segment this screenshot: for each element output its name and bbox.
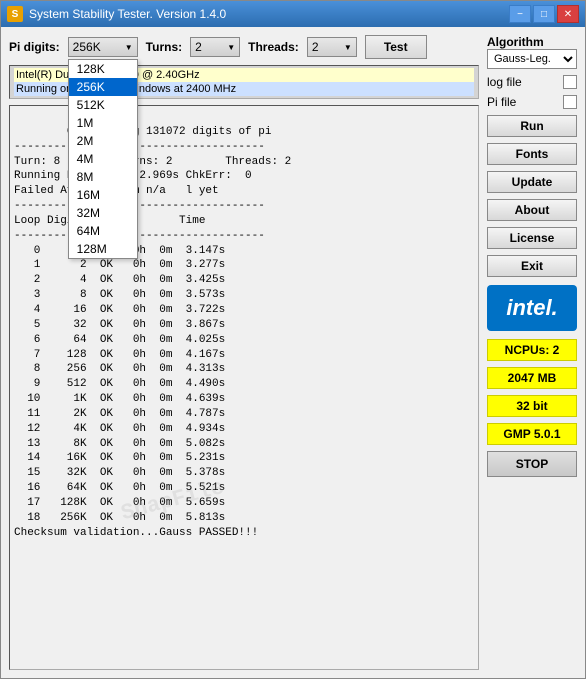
close-button[interactable]: ✕ — [557, 5, 579, 23]
option-4m[interactable]: 4M — [69, 150, 137, 168]
turns-label: Turns: — [146, 40, 182, 54]
log-file-row: log file — [487, 75, 577, 89]
controls-row: Pi digits: 256K ▼ 128K 256K 512K 1M 2M 4… — [9, 35, 479, 59]
window-title: System Stability Tester. Version 1.4.0 — [29, 7, 226, 21]
gmp-text: GMP 5.0.1 — [503, 427, 560, 441]
ncpus-text: NCPUs: 2 — [505, 343, 560, 357]
pi-digits-dropdown[interactable]: 256K ▼ 128K 256K 512K 1M 2M 4M 8M 16M 32… — [68, 37, 138, 57]
intel-logo: intel. — [487, 285, 577, 331]
turns-dropdown[interactable]: 2 ▼ — [190, 37, 240, 57]
threads-arrow-icon: ▼ — [344, 43, 352, 52]
algorithm-label: Algorithm — [487, 35, 577, 49]
license-button[interactable]: License — [487, 227, 577, 249]
log-file-label: log file — [487, 75, 522, 89]
pi-file-row: Pi file — [487, 95, 577, 109]
minimize-button[interactable]: − — [509, 5, 531, 23]
pi-digits-label: Pi digits: — [9, 40, 60, 54]
main-window: S System Stability Tester. Version 1.4.0… — [0, 0, 586, 679]
maximize-button[interactable]: □ — [533, 5, 555, 23]
option-256k[interactable]: 256K — [69, 78, 137, 96]
gmp-badge: GMP 5.0.1 — [487, 423, 577, 445]
threads-label: Threads: — [248, 40, 299, 54]
memory-text: 2047 MB — [508, 371, 557, 385]
content-area: Pi digits: 256K ▼ 128K 256K 512K 1M 2M 4… — [1, 27, 585, 678]
window-controls: − □ ✕ — [509, 5, 579, 23]
stop-button[interactable]: STOP — [487, 451, 577, 477]
intel-text: intel. — [506, 295, 557, 320]
pi-file-checkbox[interactable] — [563, 95, 577, 109]
main-area: Pi digits: 256K ▼ 128K 256K 512K 1M 2M 4… — [9, 35, 479, 670]
log-file-checkbox[interactable] — [563, 75, 577, 89]
option-64m[interactable]: 64M — [69, 222, 137, 240]
option-2m[interactable]: 2M — [69, 132, 137, 150]
turns-value: 2 — [195, 40, 202, 54]
bits-text: 32 bit — [516, 399, 547, 413]
turns-arrow-icon: ▼ — [227, 43, 235, 52]
option-32m[interactable]: 32M — [69, 204, 137, 222]
option-128k[interactable]: 128K — [69, 60, 137, 78]
option-512k[interactable]: 512K — [69, 96, 137, 114]
option-128m[interactable]: 128M — [69, 240, 137, 258]
bits-badge: 32 bit — [487, 395, 577, 417]
about-button[interactable]: About — [487, 199, 577, 221]
option-16m[interactable]: 16M — [69, 186, 137, 204]
test-button[interactable]: Test — [365, 35, 427, 59]
ncpus-badge: NCPUs: 2 — [487, 339, 577, 361]
pi-file-label: Pi file — [487, 95, 516, 109]
update-button[interactable]: Update — [487, 171, 577, 193]
fonts-button[interactable]: Fonts — [487, 143, 577, 165]
algorithm-select[interactable]: Gauss-Leg. Machin Borwein — [487, 49, 577, 69]
memory-badge: 2047 MB — [487, 367, 577, 389]
pi-digits-menu: 128K 256K 512K 1M 2M 4M 8M 16M 32M 64M 1… — [68, 59, 138, 259]
option-8m[interactable]: 8M — [69, 168, 137, 186]
titlebar-left: S System Stability Tester. Version 1.4.0 — [7, 6, 226, 22]
option-1m[interactable]: 1M — [69, 114, 137, 132]
pi-digits-button[interactable]: 256K ▼ — [68, 37, 138, 57]
algorithm-section: Algorithm Gauss-Leg. Machin Borwein — [487, 35, 577, 69]
exit-button[interactable]: Exit — [487, 255, 577, 277]
titlebar: S System Stability Tester. Version 1.4.0… — [1, 1, 585, 27]
dropdown-arrow-icon: ▼ — [125, 43, 133, 52]
sidebar: Algorithm Gauss-Leg. Machin Borwein log … — [487, 35, 577, 670]
app-icon: S — [7, 6, 23, 22]
run-button[interactable]: Run — [487, 115, 577, 137]
output-text: Calculating 131072 digits of pi --------… — [14, 126, 291, 539]
threads-value: 2 — [312, 40, 319, 54]
pi-digits-value: 256K — [73, 40, 101, 54]
threads-dropdown[interactable]: 2 ▼ — [307, 37, 357, 57]
